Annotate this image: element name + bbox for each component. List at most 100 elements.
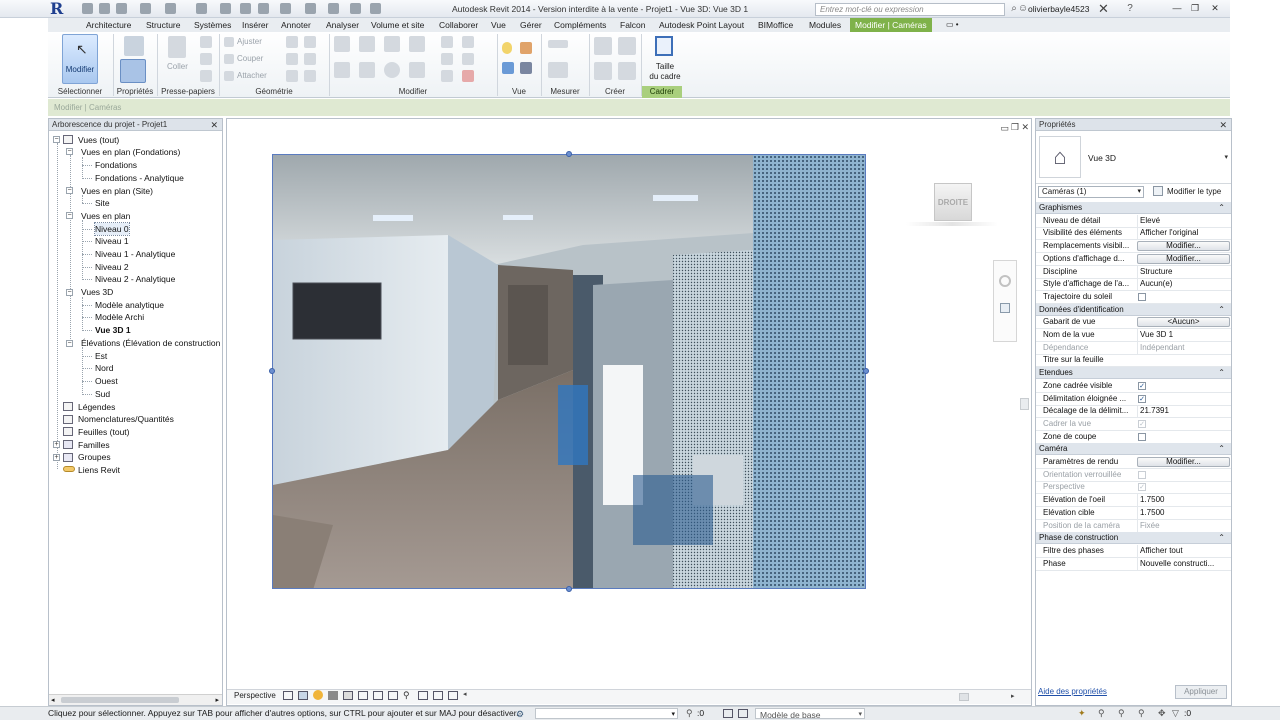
demolish-icon[interactable] xyxy=(286,70,298,82)
tree-item-groupes[interactable]: Groupes xyxy=(78,451,111,463)
rendering-icon[interactable] xyxy=(343,691,353,700)
property-row[interactable]: Orientation verrouillée xyxy=(1036,469,1231,482)
scale-icon[interactable] xyxy=(441,70,453,82)
tree-item-vues-en-plan[interactable]: Vues en plan xyxy=(81,210,130,222)
wall-joins-icon[interactable] xyxy=(304,70,316,82)
redo-icon[interactable] xyxy=(165,3,176,14)
property-row[interactable]: Trajectoire du soleil xyxy=(1036,291,1231,304)
crop-size-button[interactable]: Taille du cadre xyxy=(647,34,683,84)
reveal-hidden-icon[interactable] xyxy=(418,691,428,700)
collapse-toggle[interactable]: − xyxy=(66,212,73,219)
select-pinned-icon[interactable]: ⚲ xyxy=(1118,707,1125,720)
property-checkbox[interactable]: ✓ xyxy=(1138,394,1146,403)
vertical-scroll-thumb[interactable] xyxy=(1020,398,1029,410)
property-row[interactable]: Remplacements visibil... Modifier... xyxy=(1036,240,1231,254)
dimension-tool-icon[interactable] xyxy=(548,62,568,78)
tree-item-niveau-1[interactable]: Niveau 1 xyxy=(95,235,129,247)
default-3d-icon[interactable] xyxy=(280,3,291,14)
tree-item-niveau-2-analytique[interactable]: Niveau 2 - Analytique xyxy=(95,273,175,285)
property-row[interactable]: Dépendance Indépendant xyxy=(1036,341,1231,355)
property-value[interactable]: Elevé xyxy=(1137,214,1230,227)
tab-volume-et-site[interactable]: Volume et site xyxy=(371,18,424,32)
show-crop-icon[interactable] xyxy=(373,691,383,700)
property-value[interactable]: Nouvelle constructi... xyxy=(1137,557,1230,570)
tree-item-legendes[interactable]: Légendes xyxy=(78,401,115,413)
offset-icon[interactable] xyxy=(359,36,375,52)
ribbon-minimize-icon[interactable]: ▭ • xyxy=(946,18,959,32)
property-row[interactable]: Visibilité des éléments Afficher l'origin… xyxy=(1036,227,1231,241)
create-similar-icon[interactable] xyxy=(618,62,636,80)
scroll-left-icon[interactable]: ◂ xyxy=(51,696,55,704)
tab-autodesk-point-layout[interactable]: Autodesk Point Layout xyxy=(659,18,744,32)
attach-icon[interactable] xyxy=(224,71,234,81)
property-row[interactable]: Titre sur la feuille xyxy=(1036,354,1231,368)
cut-icon[interactable] xyxy=(200,36,212,48)
tree-item-vues-tout[interactable]: Vues (tout) xyxy=(78,134,119,146)
visual-style-icon[interactable] xyxy=(298,691,308,700)
tab-vue[interactable]: Vue xyxy=(491,18,506,32)
open-icon[interactable] xyxy=(82,3,93,14)
tab-collaborer[interactable]: Collaborer xyxy=(439,18,478,32)
help-icon[interactable]: ? xyxy=(1124,3,1136,15)
adjust-icon[interactable] xyxy=(224,37,234,47)
hide-isolate-icon[interactable] xyxy=(502,42,512,54)
property-row[interactable]: Position de la caméra Fixée xyxy=(1036,519,1231,533)
section-icon[interactable] xyxy=(305,3,316,14)
linework-icon[interactable] xyxy=(520,62,532,74)
split-face-icon[interactable] xyxy=(286,53,298,65)
tab-bimoffice[interactable]: BIMoffice xyxy=(758,18,793,32)
tab-gerer[interactable]: Gérer xyxy=(520,18,542,32)
property-edit-button[interactable]: Modifier... xyxy=(1137,457,1230,467)
point-cloud-render[interactable] xyxy=(272,154,866,589)
tree-item-plans-site[interactable]: Vues en plan (Site) xyxy=(81,185,153,197)
property-row[interactable]: Perspective ✓ xyxy=(1036,481,1231,495)
undo-icon[interactable] xyxy=(140,3,151,14)
property-row[interactable]: Décalage de la délimit... 21.7391 xyxy=(1036,405,1231,419)
crop-view-icon[interactable] xyxy=(358,691,368,700)
property-group[interactable]: Graphismes ⌃ xyxy=(1036,202,1231,214)
detail-level-icon[interactable] xyxy=(283,691,293,700)
select-underlay-icon[interactable]: ⚲ xyxy=(1098,707,1105,720)
property-edit-button[interactable]: <Aucun> xyxy=(1137,317,1230,328)
tab-architecture[interactable]: Architecture xyxy=(86,18,131,32)
type-properties-icon[interactable] xyxy=(124,36,144,56)
tree-item-vue-3d-1[interactable]: Vue 3D 1 xyxy=(95,324,131,336)
view-scale-label[interactable]: Perspective xyxy=(234,691,276,700)
crop-grip-right[interactable] xyxy=(863,368,869,374)
tree-item-plans-fondations[interactable]: Vues en plan (Fondations) xyxy=(81,146,180,158)
property-edit-button[interactable]: Modifier... xyxy=(1137,241,1230,252)
tab-inserer[interactable]: Insérer xyxy=(242,18,268,32)
collapse-toggle[interactable]: − xyxy=(66,148,73,155)
property-row[interactable]: Niveau de détail Elevé xyxy=(1036,214,1231,228)
property-checkbox[interactable] xyxy=(1138,292,1146,301)
delete-icon[interactable] xyxy=(462,70,474,82)
close-window-icon[interactable]: ✕ xyxy=(1208,2,1222,15)
tab-falcon[interactable]: Falcon xyxy=(620,18,646,32)
align-icon[interactable] xyxy=(334,36,350,52)
tab-modules[interactable]: Modules xyxy=(809,18,841,32)
close-hidden-icon[interactable] xyxy=(350,3,361,14)
override-graphics-icon[interactable] xyxy=(502,62,514,74)
collapse-icon[interactable]: ⌃ xyxy=(1218,367,1225,379)
create-assembly-icon[interactable] xyxy=(594,37,612,55)
property-value[interactable]: 1.7500 xyxy=(1137,494,1230,507)
text-icon[interactable] xyxy=(258,3,269,14)
collapse-icon[interactable]: ⌃ xyxy=(1218,202,1225,214)
drag-elements-icon[interactable]: ✥ xyxy=(1158,707,1166,720)
match-properties-icon[interactable] xyxy=(200,70,212,82)
collapse-toggle[interactable]: − xyxy=(66,289,73,296)
property-edit-button[interactable]: Modifier... xyxy=(1137,253,1230,264)
property-row[interactable]: Phase Nouvelle constructi... xyxy=(1036,557,1231,571)
mirror-axis-icon[interactable] xyxy=(384,36,400,52)
property-row[interactable]: Options d'affichage d... Modifier... xyxy=(1036,253,1231,266)
close-icon[interactable]: ✕ xyxy=(1219,119,1227,131)
paint-icon[interactable] xyxy=(304,53,316,65)
collapse-toggle[interactable]: − xyxy=(66,340,73,347)
crop-grip-left[interactable] xyxy=(269,368,275,374)
tab-structure[interactable]: Structure xyxy=(146,18,181,32)
join-icon[interactable] xyxy=(286,36,298,48)
editing-requests-icon[interactable] xyxy=(738,709,748,718)
create-group-icon[interactable] xyxy=(594,62,612,80)
tab-analyser[interactable]: Analyser xyxy=(326,18,359,32)
unjoin-icon[interactable] xyxy=(304,36,316,48)
